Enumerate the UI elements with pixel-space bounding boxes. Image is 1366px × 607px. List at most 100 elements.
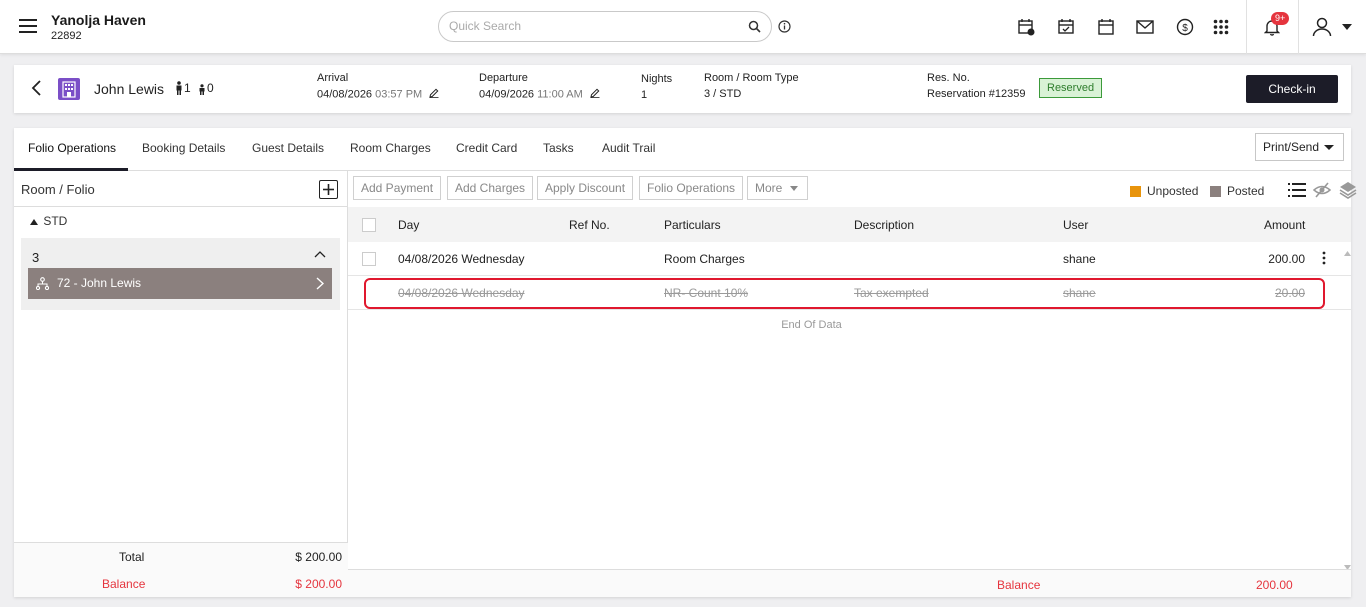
posted-swatch bbox=[1210, 185, 1221, 197]
hide-eye-icon[interactable] bbox=[1312, 182, 1332, 201]
room-type-group[interactable]: STD bbox=[30, 214, 67, 228]
balance-value: 200.00 bbox=[1256, 578, 1293, 592]
tab-room-charges[interactable]: Room Charges bbox=[350, 141, 431, 155]
chevron-down-icon[interactable] bbox=[1336, 16, 1358, 38]
room-type-value: 3 / STD bbox=[704, 88, 742, 100]
arrival-label: Arrival bbox=[317, 72, 349, 84]
svg-text:$: $ bbox=[1182, 23, 1188, 34]
folio-totals: Total $ 200.00 Balance $ 200.00 bbox=[14, 542, 348, 597]
tab-guest-details[interactable]: Guest Details bbox=[252, 141, 324, 155]
tab-credit-card[interactable]: Credit Card bbox=[456, 141, 517, 155]
layers-icon[interactable] bbox=[1339, 181, 1357, 202]
edit-pencil-icon[interactable] bbox=[590, 88, 600, 101]
cell-amount: 200.00 bbox=[1268, 252, 1305, 266]
children-value: 0 bbox=[207, 81, 214, 95]
children-count: 0 bbox=[198, 81, 214, 95]
tab-audit-trail[interactable]: Audit Trail bbox=[602, 141, 655, 155]
folio-panel: Folio Operations Booking Details Guest D… bbox=[14, 128, 1357, 597]
info-icon[interactable] bbox=[778, 20, 791, 36]
building-icon bbox=[58, 78, 80, 100]
more-dropdown[interactable]: More bbox=[747, 176, 808, 200]
res-no-label: Res. No. bbox=[927, 72, 970, 84]
departure-date: 04/09/2026 bbox=[479, 88, 535, 101]
folio-transactions-pane: Add Payment Add Charges Apply Discount F… bbox=[348, 171, 1357, 597]
adult-icon bbox=[176, 81, 182, 95]
dollar-icon[interactable]: $ bbox=[1174, 16, 1196, 38]
total-label: Total bbox=[119, 550, 145, 564]
chevron-right-icon bbox=[316, 277, 325, 293]
adults-value: 1 bbox=[184, 81, 191, 95]
unposted-swatch bbox=[1130, 185, 1141, 197]
arrival-date: 04/08/2026 bbox=[317, 88, 373, 101]
table-row[interactable]: 04/08/2026 Wednesday Room Charges shane … bbox=[348, 242, 1351, 276]
more-label: More bbox=[755, 181, 783, 195]
arrival-value: 04/08/2026 03:57 PM bbox=[317, 88, 439, 101]
chevron-up-icon[interactable] bbox=[314, 247, 326, 261]
print-send-label: Print/Send bbox=[1263, 140, 1320, 154]
nights-value: 1 bbox=[641, 89, 648, 101]
divider bbox=[1246, 0, 1247, 54]
calendar-check-icon[interactable] bbox=[1055, 16, 1077, 38]
col-ref-no: Ref No. bbox=[569, 218, 610, 232]
folio-item-label: 72 - John Lewis bbox=[57, 276, 142, 290]
list-view-icon[interactable] bbox=[1288, 183, 1306, 200]
tab-folio-operations[interactable]: Folio Operations bbox=[28, 141, 116, 155]
hamburger-menu-icon[interactable] bbox=[19, 19, 37, 33]
property-name: Yanolja Haven bbox=[51, 12, 146, 28]
reservation-header: John Lewis 1 0 Arrival 04/08/2026 03:57 … bbox=[14, 65, 1351, 113]
child-icon bbox=[199, 84, 205, 95]
caret-up-icon bbox=[30, 218, 38, 225]
back-arrow-icon[interactable] bbox=[30, 79, 42, 100]
departure-label: Departure bbox=[479, 72, 528, 84]
room-folio-header: Room / Folio bbox=[14, 171, 348, 207]
tab-booking-details[interactable]: Booking Details bbox=[142, 141, 225, 155]
row-options-icon[interactable] bbox=[1322, 251, 1326, 268]
total-value: $ 200.00 bbox=[295, 550, 342, 564]
status-badge: Reserved bbox=[1039, 78, 1103, 98]
property-code: 22892 bbox=[51, 30, 82, 42]
balance-value: $ 200.00 bbox=[295, 577, 342, 591]
tab-bar: Folio Operations Booking Details Guest D… bbox=[14, 128, 1351, 171]
room-folio-pane: Room / Folio STD 3 72 - John Lewis Total… bbox=[14, 171, 348, 597]
user-avatar-icon[interactable] bbox=[1311, 16, 1333, 38]
add-charges-button[interactable]: Add Charges bbox=[447, 176, 534, 200]
calendar-add-icon[interactable] bbox=[1015, 16, 1037, 38]
cell-day: 04/08/2026 Wednesday bbox=[398, 252, 525, 266]
room-type-label: Room / Room Type bbox=[704, 72, 799, 84]
row-checkbox[interactable] bbox=[362, 252, 376, 266]
check-in-button[interactable]: Check-in bbox=[1246, 75, 1338, 103]
search-input[interactable] bbox=[449, 19, 739, 33]
apply-discount-button[interactable]: Apply Discount bbox=[537, 176, 634, 200]
apps-grid-icon[interactable] bbox=[1210, 16, 1232, 38]
add-folio-icon[interactable] bbox=[319, 180, 338, 199]
departure-value: 04/09/2026 11:00 AM bbox=[479, 88, 600, 101]
col-user: User bbox=[1063, 218, 1089, 232]
highlight-box bbox=[364, 278, 1325, 309]
adults-count: 1 bbox=[175, 81, 191, 95]
room-card: 3 72 - John Lewis bbox=[21, 238, 340, 310]
res-no-value: Reservation #12359 bbox=[927, 88, 1026, 100]
search-icon[interactable] bbox=[748, 20, 761, 36]
notification-badge: 9+ bbox=[1271, 12, 1290, 25]
edit-pencil-icon[interactable] bbox=[429, 88, 439, 101]
divider bbox=[1298, 0, 1299, 54]
cell-particulars: Room Charges bbox=[664, 252, 745, 266]
print-send-dropdown[interactable]: Print/Send bbox=[1255, 133, 1344, 161]
end-of-data: End Of Data bbox=[781, 319, 842, 331]
mail-icon[interactable] bbox=[1134, 16, 1156, 38]
select-all-checkbox[interactable] bbox=[362, 218, 376, 232]
guest-name: John Lewis bbox=[94, 81, 165, 97]
departure-time: 11:00 AM bbox=[537, 88, 583, 101]
calendar-icon[interactable] bbox=[1095, 16, 1117, 38]
folio-operations-button[interactable]: Folio Operations bbox=[639, 176, 744, 200]
folio-tree-icon bbox=[35, 277, 50, 293]
caret-down-icon bbox=[790, 186, 799, 192]
add-payment-button[interactable]: Add Payment bbox=[353, 176, 442, 200]
top-bar: Yanolja Haven 22892 $ 9+ bbox=[0, 0, 1366, 54]
col-description: Description bbox=[854, 218, 915, 232]
col-day: Day bbox=[398, 218, 420, 232]
folio-item[interactable]: 72 - John Lewis bbox=[28, 268, 332, 299]
tab-tasks[interactable]: Tasks bbox=[543, 141, 574, 155]
legend-posted: Posted bbox=[1210, 184, 1264, 198]
scroll-up-icon[interactable] bbox=[1344, 245, 1351, 259]
